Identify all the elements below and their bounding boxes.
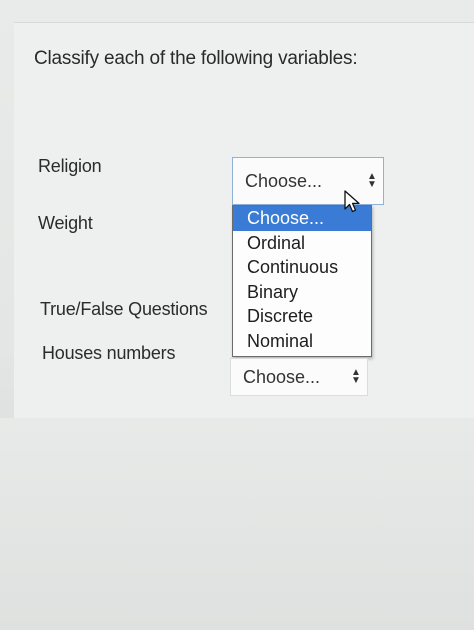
option-discrete[interactable]: Discrete — [233, 304, 371, 329]
select-houses-numbers[interactable]: Choose... ▲ ▼ — [230, 358, 368, 396]
updown-arrows-icon: ▲ ▼ — [351, 367, 361, 386]
select-religion-value: Choose... — [245, 170, 323, 191]
updown-arrows-icon: ▲ ▼ — [367, 171, 377, 190]
question-prompt: Classify each of the following variables… — [34, 48, 358, 69]
select-houses-numbers-value: Choose... — [243, 366, 321, 387]
variable-label-weight: Weight — [38, 213, 93, 233]
variable-label-houses-numbers: Houses numbers — [42, 343, 176, 363]
option-continuous[interactable]: Continuous — [233, 255, 371, 280]
variable-label-religion: Religion — [38, 156, 102, 176]
page-background-lower — [0, 418, 474, 630]
option-ordinal[interactable]: Ordinal — [233, 231, 371, 256]
option-nominal[interactable]: Nominal — [233, 329, 371, 354]
mouse-pointer-icon — [344, 190, 360, 213]
variable-label-true-false: True/False Questions — [40, 299, 208, 319]
religion-dropdown-list[interactable]: Choose... Ordinal Continuous Binary Disc… — [232, 205, 372, 357]
option-binary[interactable]: Binary — [233, 280, 371, 305]
